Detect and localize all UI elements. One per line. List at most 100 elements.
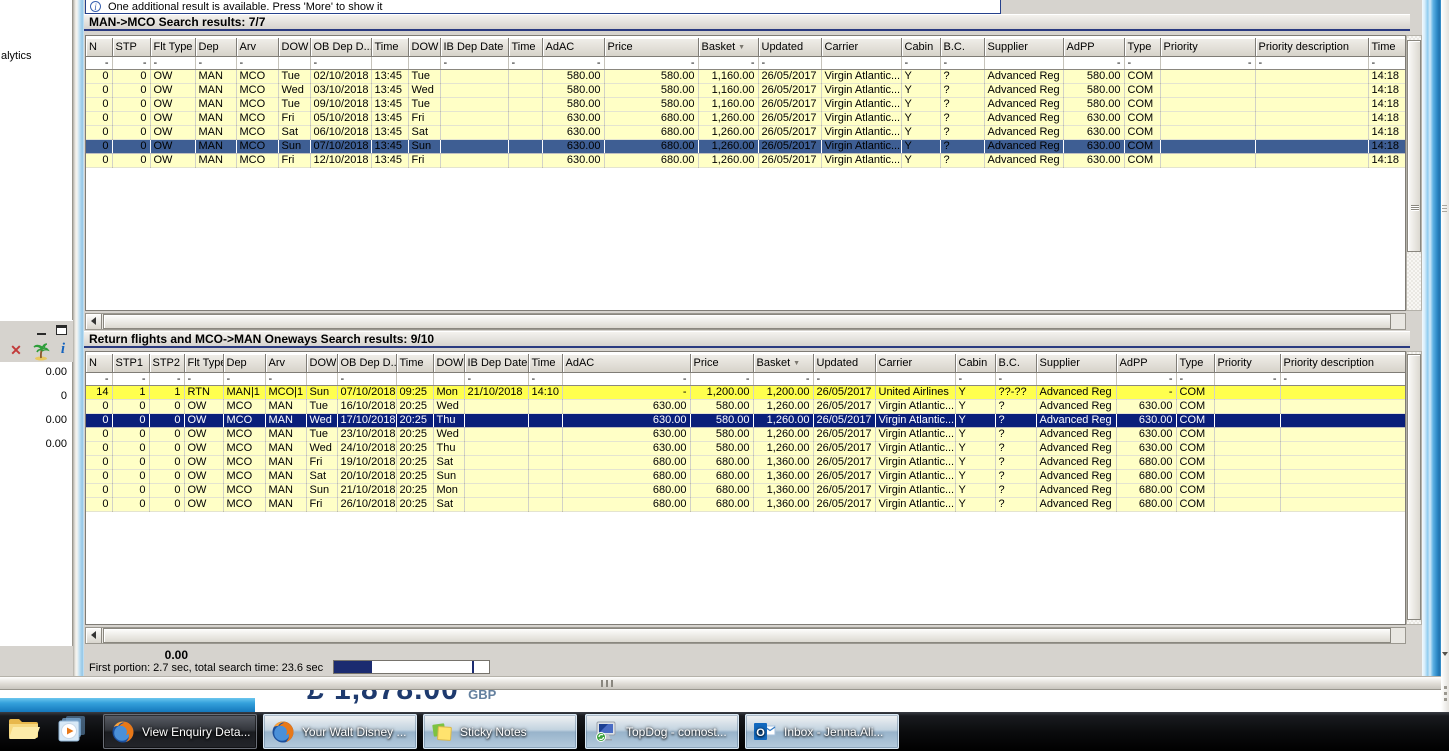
column-header[interactable]: Priority description <box>1255 38 1369 57</box>
result-row[interactable]: 0 0 0 OW MCO MAN Fri 19/10/2018 20:25 Sat 680.00 68… <box>86 455 1405 470</box>
column-header[interactable]: Basket ▼ <box>753 354 814 373</box>
filter-cell[interactable]: - <box>150 56 196 70</box>
column-header[interactable]: Flt Type <box>150 38 196 57</box>
vertical-scrollbar[interactable] <box>1406 351 1422 625</box>
column-header[interactable]: Supplier <box>1036 354 1117 373</box>
filter-cell[interactable]: - <box>1176 372 1215 386</box>
column-header[interactable]: DOW <box>408 38 441 57</box>
filter-cell[interactable]: - <box>1368 56 1405 70</box>
column-header[interactable]: Priority <box>1160 38 1256 57</box>
filter-cell[interactable]: - <box>813 372 876 386</box>
taskbar-button[interactable]: O Inbox - Jenna.Ali... <box>745 714 899 749</box>
filter-cell[interactable]: - <box>1124 56 1161 70</box>
column-header[interactable]: OB Dep D... <box>337 354 397 373</box>
filter-cell[interactable]: - <box>310 56 372 70</box>
column-header[interactable]: DOW <box>306 354 338 373</box>
horizontal-scrollbar[interactable] <box>85 313 1406 330</box>
filter-cell[interactable]: - <box>690 372 754 386</box>
column-header[interactable]: Arv <box>265 354 307 373</box>
column-header[interactable]: Priority <box>1214 354 1281 373</box>
column-header[interactable]: Dep <box>195 38 237 57</box>
column-header[interactable]: Cabin <box>901 38 941 57</box>
scrollbar-thumb[interactable] <box>1407 354 1421 620</box>
column-header[interactable]: AdPP <box>1116 354 1177 373</box>
column-header[interactable]: AdPP <box>1063 38 1125 57</box>
minimize-button[interactable] <box>34 324 50 338</box>
filter-cell[interactable]: - <box>440 56 509 70</box>
column-header[interactable]: STP1 <box>112 354 150 373</box>
column-header[interactable]: B.C. <box>995 354 1037 373</box>
result-row[interactable]: 0 0 0 OW MCO MAN Fri 26/10/2018 20:25 Sat 680.00 68… <box>86 497 1405 512</box>
column-header[interactable]: AdAC <box>542 38 605 57</box>
scroll-left-icon[interactable] <box>86 628 102 643</box>
filter-cell[interactable] <box>875 372 956 386</box>
column-header[interactable]: STP <box>112 38 151 57</box>
column-header[interactable]: Type <box>1124 38 1161 57</box>
result-row[interactable]: 0 0 OW MAN MCO Fri 12/10/2018 13:45 Fri 630.00 680… <box>86 153 1405 168</box>
filter-cell[interactable]: - <box>112 372 150 386</box>
column-header[interactable]: STP2 <box>149 354 185 373</box>
result-row[interactable]: 0 0 0 OW MCO MAN Wed 24/10/2018 20:25 Thu 630.00 58… <box>86 441 1405 456</box>
filter-cell[interactable]: - <box>955 372 996 386</box>
result-row[interactable]: 0 0 OW MAN MCO Sun 07/10/2018 13:45 Sun 630.00 680… <box>86 139 1405 154</box>
filter-cell[interactable] <box>1036 372 1117 386</box>
column-header[interactable]: B.C. <box>940 38 985 57</box>
column-header[interactable]: Time <box>371 38 409 57</box>
taskbar-button[interactable]: Your Walt Disney ... <box>263 714 417 749</box>
info-icon[interactable]: i <box>54 341 72 360</box>
column-header[interactable]: Time <box>1368 38 1405 57</box>
explorer-button[interactable] <box>2 714 46 749</box>
filter-cell[interactable]: - <box>464 372 529 386</box>
result-row[interactable]: 0 0 0 OW MCO MAN Wed 17/10/2018 20:25 Thu 630.00 58… <box>86 413 1405 428</box>
palm-tree-icon[interactable] <box>31 341 50 361</box>
filter-cell[interactable]: - <box>508 56 543 70</box>
column-header[interactable]: Price <box>690 354 754 373</box>
taskbar-button[interactable]: Sticky Notes <box>423 714 577 749</box>
column-header[interactable]: Carrier <box>875 354 956 373</box>
filter-cell[interactable]: - <box>195 56 237 70</box>
column-header[interactable]: Time <box>508 38 543 57</box>
column-header[interactable]: Updated <box>813 354 876 373</box>
column-header[interactable]: Updated <box>758 38 822 57</box>
column-header[interactable]: N <box>86 354 113 373</box>
column-header[interactable]: DOW <box>278 38 311 57</box>
filter-cell[interactable]: - <box>542 56 605 70</box>
column-header[interactable]: OB Dep D... <box>310 38 372 57</box>
scrollbar-thumb[interactable] <box>1407 40 1421 252</box>
result-row[interactable]: 0 0 0 OW MCO MAN Tue 23/10/2018 20:25 Wed 630.00 58… <box>86 427 1405 442</box>
filter-cell[interactable]: - <box>562 372 691 386</box>
filter-cell[interactable]: - <box>753 372 814 386</box>
column-header[interactable]: N <box>86 38 113 57</box>
restore-button[interactable] <box>54 324 70 338</box>
filter-cell[interactable]: - <box>223 372 266 386</box>
filter-cell[interactable] <box>371 56 409 70</box>
result-row[interactable]: 14 1 1 RTN MAN|1 MCO|1 Sun 07/10/2018 09:25 Mon 21… <box>86 385 1405 400</box>
filter-cell[interactable] <box>984 56 1064 70</box>
result-row[interactable]: 0 0 OW MAN MCO Tue 02/10/2018 13:45 Tue 580.00 580… <box>86 69 1405 84</box>
filter-cell[interactable]: - <box>698 56 759 70</box>
filter-cell[interactable]: - <box>149 372 185 386</box>
filter-cell[interactable] <box>821 56 902 70</box>
filter-cell[interactable]: - <box>265 372 307 386</box>
delete-icon[interactable]: ✕ <box>7 341 25 360</box>
filter-cell[interactable]: - <box>86 56 113 70</box>
column-header[interactable]: Supplier <box>984 38 1064 57</box>
filter-cell[interactable]: - <box>528 372 563 386</box>
result-row[interactable]: 0 0 OW MAN MCO Wed 03/10/2018 13:45 Wed 580.00 580… <box>86 83 1405 98</box>
filter-cell[interactable]: - <box>337 372 397 386</box>
result-row[interactable]: 0 0 0 OW MCO MAN Sun 21/10/2018 20:25 Mon 680.00 68… <box>86 483 1405 498</box>
filter-cell[interactable]: - <box>940 56 985 70</box>
scrollbar-thumb[interactable] <box>103 628 1391 643</box>
filter-cell[interactable]: - <box>901 56 941 70</box>
filter-cell[interactable]: - <box>604 56 699 70</box>
scroll-down-icon[interactable] <box>1442 652 1448 656</box>
filter-cell[interactable]: - <box>1063 56 1125 70</box>
horizontal-scrollbar[interactable] <box>85 627 1406 644</box>
more-results-notice[interactable]: i One additional result is available. Pr… <box>85 0 1001 14</box>
column-header[interactable]: Price <box>604 38 699 57</box>
column-header[interactable]: Time <box>528 354 563 373</box>
taskbar-button[interactable]: View Enquiry Deta... <box>103 714 257 749</box>
vertical-scrollbar[interactable] <box>1406 35 1422 311</box>
result-row[interactable]: 0 0 0 OW MCO MAN Sat 20/10/2018 20:25 Sun 680.00 68… <box>86 469 1405 484</box>
filter-cell[interactable]: - <box>1255 56 1369 70</box>
